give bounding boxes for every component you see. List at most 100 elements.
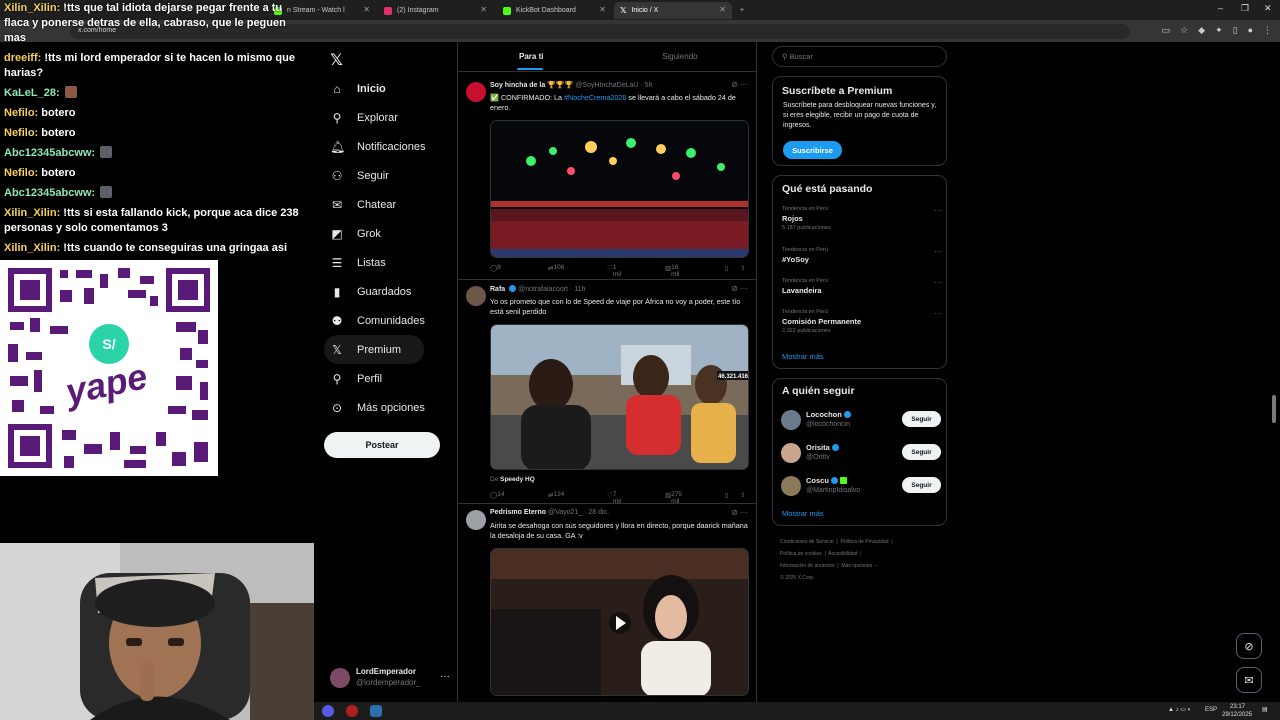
close-tab-icon[interactable]: ✕ bbox=[719, 5, 726, 14]
trend-item[interactable]: Tendencia en Perú Comisión Permanente 2.… bbox=[782, 309, 942, 334]
footer-link[interactable]: Accesibilidad bbox=[828, 551, 857, 557]
browser-tab-kickbot[interactable]: KickBot Dashboard ✕ bbox=[497, 2, 612, 19]
follow-button[interactable]: Seguir bbox=[902, 477, 941, 493]
tweet-more-icon[interactable]: ⊘ ··· bbox=[731, 80, 748, 89]
close-window-icon[interactable]: ✕ bbox=[1264, 3, 1272, 14]
repost-icon[interactable]: ⇄ 124 bbox=[548, 491, 564, 499]
trend-context: Tendencia en Perú bbox=[782, 278, 828, 284]
repost-icon[interactable]: ⇄ 106 bbox=[548, 264, 564, 272]
show-more-link[interactable]: Mostrar más bbox=[782, 509, 824, 518]
trend-item[interactable]: Tendencia en Perú Lavandeira ··· bbox=[782, 278, 942, 295]
reply-icon[interactable]: ◯ 8 bbox=[490, 264, 501, 272]
extension-icon[interactable]: ◆ bbox=[1198, 25, 1205, 36]
clock-date[interactable]: 29/12/2025 bbox=[1222, 712, 1252, 718]
nav-item-inicio[interactable]: ⌂ Inicio bbox=[324, 74, 454, 103]
toolbar-icons: ▭ ☆ ◆ ✦ ▯ ● ⋮ bbox=[1162, 25, 1272, 36]
more-icon[interactable]: ··· bbox=[934, 206, 942, 215]
source-link[interactable]: Speedy HQ bbox=[500, 476, 535, 483]
footer-link[interactable]: Condiciones de Servicio bbox=[780, 539, 834, 545]
like-icon[interactable]: ♡ 7 mil bbox=[607, 491, 621, 505]
bookmark-icon[interactable]: ▯ bbox=[725, 491, 729, 499]
nav-item-seguir[interactable]: ⚇ Seguir bbox=[324, 161, 454, 190]
notification-icon[interactable]: ▤ bbox=[1262, 706, 1268, 713]
trend-topic: #YoSoy bbox=[782, 255, 809, 264]
profile-icon[interactable]: ● bbox=[1248, 25, 1253, 36]
search-input[interactable]: ⚲ Buscar bbox=[772, 46, 947, 67]
nav-item-explorar[interactable]: ⚲ Explorar bbox=[324, 103, 454, 132]
nav-item-mas-opciones[interactable]: ⊙ Más opciones bbox=[324, 393, 454, 422]
new-tab-button[interactable]: + bbox=[734, 2, 750, 19]
nav-item-guardados[interactable]: ▮ Guardados bbox=[324, 277, 454, 306]
tweet-video[interactable]: 46.321.416 bbox=[490, 324, 749, 470]
nav-item-listas[interactable]: ☰ Listas bbox=[324, 248, 454, 277]
account-switcher[interactable]: LordEmperador @lordemperador_ ··· bbox=[330, 665, 450, 691]
more-icon[interactable]: ··· bbox=[934, 247, 942, 256]
emote-icon bbox=[64, 86, 77, 98]
footer-link[interactable]: Política de cookies bbox=[780, 551, 822, 557]
grok-fab-button[interactable]: ⊘ bbox=[1236, 633, 1262, 659]
share-icon[interactable]: ⇧ bbox=[740, 491, 745, 499]
follow-suggestion[interactable]: Coscu @MartinpIdisalvo Seguir bbox=[781, 474, 941, 500]
nav-item-comunidades[interactable]: ⚉ Comunidades bbox=[324, 306, 454, 335]
page-scrollbar[interactable] bbox=[1272, 395, 1276, 423]
tweet-image[interactable] bbox=[490, 120, 749, 258]
maximize-icon[interactable]: ❐ bbox=[1241, 3, 1249, 14]
nav-item-chatear[interactable]: ✉ Chatear bbox=[324, 190, 454, 219]
show-more-link[interactable]: Mostrar más bbox=[782, 352, 824, 361]
follow-suggestion[interactable]: Orisita @Orittv Seguir bbox=[781, 441, 941, 467]
trend-item[interactable]: Tendencia en Perú #YoSoy ··· bbox=[782, 247, 942, 264]
tab-para-ti[interactable]: Para ti bbox=[519, 52, 543, 61]
messages-fab-button[interactable]: ✉ bbox=[1236, 667, 1262, 693]
x-logo[interactable]: 𝕏 bbox=[330, 50, 343, 70]
steam-app-icon[interactable] bbox=[370, 705, 382, 717]
bookmark-icon[interactable]: ▯ bbox=[725, 264, 729, 272]
tweet-more-icon[interactable]: ⊘ ··· bbox=[731, 508, 748, 517]
language-indicator[interactable]: ESP bbox=[1205, 707, 1217, 713]
reply-icon[interactable]: ◯ 14 bbox=[490, 491, 505, 499]
nav-item-premium[interactable]: 𝕏 Premium bbox=[324, 335, 424, 364]
tab-siguiendo[interactable]: Siguiendo bbox=[662, 52, 698, 61]
clock-time[interactable]: 23:17 bbox=[1230, 704, 1245, 710]
share-icon[interactable]: ⇧ bbox=[740, 264, 745, 272]
record-app-icon[interactable] bbox=[346, 705, 358, 717]
menu-icon[interactable]: ⋮ bbox=[1263, 25, 1272, 36]
views-icon[interactable]: ▥ 16 mil bbox=[665, 264, 679, 278]
obs-app-icon[interactable] bbox=[322, 705, 334, 717]
tray-icons[interactable]: ▲ ♪ ▭ ◐ bbox=[1168, 706, 1191, 713]
post-button[interactable]: Postear bbox=[324, 432, 440, 458]
views-icon[interactable]: ▥ 275 mil bbox=[665, 491, 682, 505]
tweet-video[interactable] bbox=[490, 548, 749, 696]
trend-context: Tendencia en Perú bbox=[782, 247, 828, 253]
tweet[interactable]: Pedrismo Eterno @Vayo21_ · 28 dic. ⊘ ···… bbox=[458, 504, 756, 702]
nav-item-grok[interactable]: ◩ Grok bbox=[324, 219, 454, 248]
minimize-icon[interactable]: – bbox=[1218, 3, 1223, 13]
puzzle-icon[interactable]: ✦ bbox=[1215, 25, 1223, 36]
close-tab-icon[interactable]: ✕ bbox=[363, 5, 370, 14]
footer-link[interactable]: Política de Privacidad bbox=[841, 539, 889, 545]
more-icon[interactable]: ··· bbox=[440, 671, 450, 682]
like-count: 1 mil bbox=[612, 264, 622, 278]
more-icon[interactable]: ··· bbox=[934, 278, 942, 287]
tweet[interactable]: Rafa @notrafalacoort · 11h ⊘ ··· Yo os p… bbox=[458, 280, 756, 505]
nav-item-perfil[interactable]: ⚲ Perfil bbox=[324, 364, 454, 393]
follow-suggestion[interactable]: Locochon @locochoncin Seguir bbox=[781, 408, 941, 434]
follow-button[interactable]: Seguir bbox=[902, 411, 941, 427]
tweet-more-icon[interactable]: ⊘ ··· bbox=[731, 284, 748, 293]
like-icon[interactable]: ♡ 1 mil bbox=[607, 264, 621, 278]
close-tab-icon[interactable]: ✕ bbox=[599, 5, 606, 14]
close-tab-icon[interactable]: ✕ bbox=[480, 5, 487, 14]
browser-tab-x[interactable]: 𝕏 Inicio / X ✕ bbox=[614, 2, 732, 19]
star-icon[interactable]: ☆ bbox=[1180, 25, 1188, 36]
nav-item-notificaciones[interactable]: 🔔︎ Notificaciones bbox=[324, 132, 454, 161]
tweet[interactable]: Soy hincha de la 🏆🏆🏆 @SoyHInchaDeLaU · 5… bbox=[458, 76, 756, 280]
cast-icon[interactable]: ▭ bbox=[1162, 25, 1171, 36]
sidebar-icon[interactable]: ▯ bbox=[1233, 25, 1238, 36]
footer-link[interactable]: Información de anuncios bbox=[780, 563, 834, 569]
subscribe-button[interactable]: Suscribirse bbox=[783, 141, 842, 159]
footer-link[interactable]: Más opciones ··· bbox=[841, 563, 878, 569]
more-icon[interactable]: ··· bbox=[934, 309, 942, 318]
hashtag-link[interactable]: #NocheCrema2026 bbox=[564, 93, 626, 102]
browser-tab-instagram[interactable]: (2) Instagram ✕ bbox=[378, 2, 493, 19]
follow-button[interactable]: Seguir bbox=[902, 444, 941, 460]
trend-item[interactable]: Tendencia en Perú Rojos 5.187 publicacio… bbox=[782, 206, 942, 231]
